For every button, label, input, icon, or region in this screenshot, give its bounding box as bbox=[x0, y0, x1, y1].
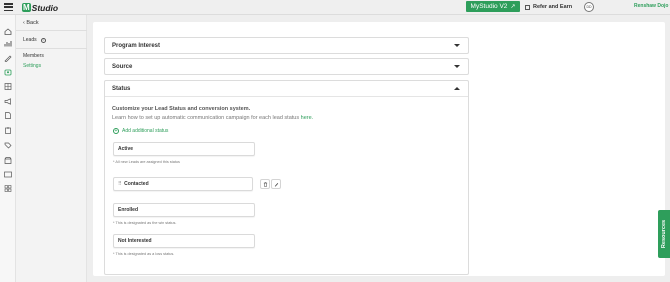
home-icon[interactable] bbox=[4, 28, 12, 35]
leads-icon[interactable] bbox=[4, 69, 12, 76]
accordion-status: Status Customize your Lead Status and co… bbox=[104, 80, 469, 275]
user-menu[interactable]: Renshaw Dojo ▾ bbox=[634, 3, 670, 9]
trash-icon bbox=[263, 181, 267, 187]
caret-down-icon bbox=[454, 65, 460, 68]
sidebar-item-members[interactable]: Members bbox=[23, 53, 44, 59]
pencil-icon[interactable] bbox=[4, 55, 12, 62]
chevron-left-icon: ‹ bbox=[23, 20, 25, 26]
ads-icon[interactable] bbox=[4, 171, 12, 178]
status-item-contacted[interactable]: ⠿ Contacted bbox=[113, 177, 253, 191]
bar-chart-icon[interactable] bbox=[4, 40, 12, 47]
add-status-button[interactable]: + Add additional status bbox=[113, 128, 168, 134]
megaphone-icon[interactable] bbox=[4, 98, 12, 105]
learn-text: Learn how to set up automatic communicat… bbox=[112, 115, 314, 121]
apps-icon[interactable] bbox=[4, 185, 12, 192]
refer-and-earn-link[interactable]: Refer and Earn bbox=[525, 2, 572, 12]
sidebar-item-settings[interactable]: Settings bbox=[23, 63, 41, 69]
status-note: * This is designated as the win status. bbox=[113, 221, 177, 225]
document-edit-icon[interactable] bbox=[4, 112, 12, 119]
gift-icon bbox=[525, 4, 530, 10]
status-title: Customize your Lead Status and conversio… bbox=[112, 106, 251, 112]
delete-status-button[interactable] bbox=[260, 179, 270, 189]
plus-circle-icon: + bbox=[113, 127, 119, 134]
sidebar: ‹ Back Leads i Members Settings bbox=[16, 15, 87, 282]
drag-handle-icon[interactable]: ⠿ bbox=[118, 181, 122, 187]
mystudio-v2-button[interactable]: MyStudio V2 ↗ bbox=[466, 1, 520, 12]
info-icon[interactable]: i bbox=[40, 37, 46, 43]
caret-up-icon bbox=[454, 87, 460, 90]
top-bar: M Studio MyStudio V2 ↗ Refer and Earn DD R… bbox=[0, 0, 670, 15]
status-note: * All new Leads are assigned this status bbox=[113, 160, 180, 164]
divider bbox=[16, 48, 87, 49]
grid-icon[interactable] bbox=[4, 83, 12, 90]
clipboard-icon[interactable] bbox=[4, 127, 12, 134]
learn-here-link[interactable]: here. bbox=[301, 115, 314, 121]
store-icon[interactable] bbox=[4, 157, 12, 164]
caret-down-icon bbox=[454, 44, 460, 47]
status-panel: Customize your Lead Status and conversio… bbox=[105, 96, 468, 274]
external-link-icon: ↗ bbox=[510, 4, 516, 10]
hamburger-menu-icon[interactable] bbox=[4, 3, 13, 11]
sidebar-section-leads: Leads i bbox=[23, 37, 46, 43]
status-item-not-interested[interactable]: Not Interested bbox=[113, 234, 255, 248]
avatar[interactable]: DD bbox=[584, 2, 594, 12]
pencil-icon bbox=[274, 182, 278, 187]
back-link[interactable]: ‹ Back bbox=[23, 20, 39, 26]
app-logo[interactable]: M Studio bbox=[22, 2, 58, 13]
icon-rail bbox=[0, 15, 16, 282]
accordion-source[interactable]: Source bbox=[104, 58, 469, 75]
resources-tab[interactable]: Resources bbox=[658, 210, 670, 258]
status-item-active[interactable]: Active bbox=[113, 142, 255, 156]
edit-status-button[interactable] bbox=[271, 179, 281, 189]
status-note: * This is designated as a loss status. bbox=[113, 252, 175, 256]
status-item-enrolled[interactable]: Enrolled bbox=[113, 203, 255, 217]
tag-icon[interactable] bbox=[4, 142, 12, 149]
accordion-status-header[interactable]: Status bbox=[105, 81, 468, 96]
accordion-program-interest[interactable]: Program Interest bbox=[104, 37, 469, 54]
divider bbox=[16, 30, 87, 31]
